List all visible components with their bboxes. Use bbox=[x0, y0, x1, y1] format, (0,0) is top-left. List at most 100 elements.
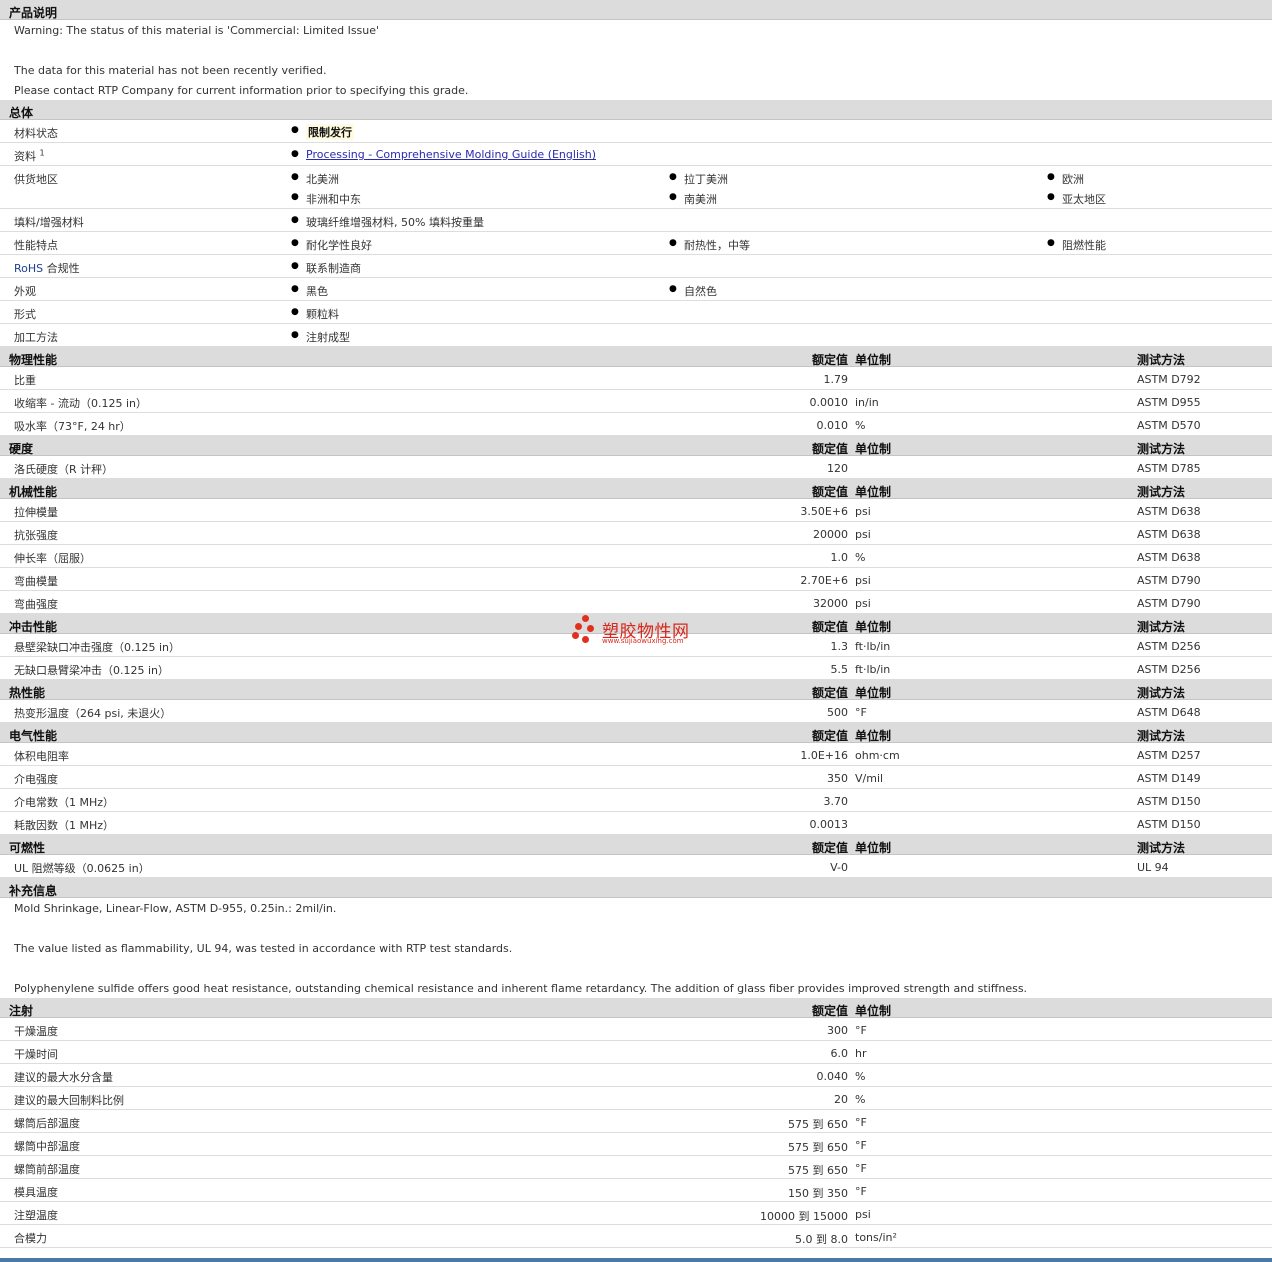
col-header-value: 额定值 bbox=[811, 1004, 848, 1018]
feature-item: 耐热性，中等 bbox=[669, 237, 750, 253]
property-unit: °F bbox=[855, 706, 867, 719]
property-row: 拉伸模量 3.50E+6 psi ASTM D638 bbox=[0, 499, 1272, 522]
property-test-method: ASTM D792 bbox=[1137, 373, 1201, 386]
section-header: 硬度 额定值 单位制 测试方法 bbox=[0, 436, 1272, 456]
injection-row: 注塑温度 10000 到 15000 psi bbox=[0, 1202, 1272, 1225]
col-header-method: 测试方法 bbox=[1137, 729, 1186, 743]
note-line: Polyphenylene sulfide offers good heat r… bbox=[0, 978, 1272, 998]
section-title: 机械性能 bbox=[9, 485, 58, 499]
injection-row: 合模力 5.0 到 8.0 tons/in² bbox=[0, 1225, 1272, 1248]
property-value: 1.3 bbox=[830, 640, 849, 653]
col-header-value: 额定值 bbox=[811, 841, 848, 855]
property-name: 无缺口悬臂梁冲击（0.125 in） bbox=[14, 664, 170, 677]
property-value: 0.0013 bbox=[809, 818, 849, 831]
status-badge: 限制发行 bbox=[291, 124, 354, 140]
section-title: 物理性能 bbox=[9, 353, 58, 367]
logo-dots-icon bbox=[572, 615, 600, 645]
note-text: Mold Shrinkage, Linear-Flow, ASTM D-955,… bbox=[14, 902, 337, 915]
injection-row: 螺筒中部温度 575 到 650 °F bbox=[0, 1133, 1272, 1156]
injection-param-unit: °F bbox=[855, 1185, 867, 1198]
property-name: 热变形温度（264 psi, 未退火） bbox=[14, 707, 172, 720]
property-name: 介电强度 bbox=[14, 773, 58, 786]
note-text: Please contact RTP Company for current i… bbox=[14, 84, 469, 97]
injection-param-value: 0.040 bbox=[816, 1070, 849, 1083]
property-sections: 物理性能 额定值 单位制 测试方法 比重 1.79 ASTM D792 收缩率 - 流动（0.… bbox=[0, 347, 1272, 878]
property-test-method: ASTM D785 bbox=[1137, 462, 1201, 475]
injection-param-name: 螺筒后部温度 bbox=[14, 1117, 80, 1130]
filler-value: 玻璃纤维增强材料, 50% 填料按重量 bbox=[291, 214, 484, 230]
section-header-general: 总体 bbox=[0, 100, 1272, 120]
property-value: 3.70 bbox=[823, 795, 849, 808]
property-row: 洛氏硬度（R 计秤） 120 ASTM D785 bbox=[0, 456, 1272, 479]
property-row: 抗张强度 20000 psi ASTM D638 bbox=[0, 522, 1272, 545]
injection-param-unit: °F bbox=[855, 1116, 867, 1129]
col-header-unit: 单位制 bbox=[855, 686, 892, 700]
injection-param-value: 150 到 350 bbox=[788, 1187, 848, 1200]
section-title: 产品说明 bbox=[9, 6, 58, 20]
region-item: 拉丁美洲 bbox=[669, 171, 728, 187]
property-name: 比重 bbox=[14, 374, 36, 387]
property-value: 0.0010 bbox=[809, 396, 849, 409]
injection-row: 螺筒前部温度 575 到 650 °F bbox=[0, 1156, 1272, 1179]
property-name: 吸水率（73°F, 24 hr） bbox=[14, 420, 131, 433]
section-header: 电气性能 额定值 单位制 测试方法 bbox=[0, 723, 1272, 743]
property-name: 悬壁梁缺口冲击强度（0.125 in） bbox=[14, 641, 181, 654]
property-row: UL 阻燃等级（0.0625 in） V-0 UL 94 bbox=[0, 855, 1272, 878]
injection-rows: 干燥温度 300 °F 干燥时间 6.0 hr 建议的最大水分含量 0.040% 建议的最大回制… bbox=[0, 1018, 1272, 1248]
property-value: 350 bbox=[827, 772, 848, 785]
injection-param-value: 575 到 650 bbox=[788, 1141, 848, 1154]
section-header: 物理性能 额定值 单位制 测试方法 bbox=[0, 347, 1272, 367]
row-label: 资料 1 bbox=[14, 148, 45, 163]
property-row: 弯曲模量 2.70E+6 psi ASTM D790 bbox=[0, 568, 1272, 591]
document-link[interactable]: Processing - Comprehensive Molding Guide… bbox=[291, 148, 596, 161]
region-item: 北美洲 bbox=[291, 171, 339, 187]
property-test-method: ASTM D256 bbox=[1137, 640, 1201, 653]
injection-row: 建议的最大水分含量 0.040% bbox=[0, 1064, 1272, 1087]
property-unit: ft·lb/in bbox=[855, 663, 891, 676]
appearance-item: 黑色 bbox=[291, 283, 328, 299]
property-unit: psi bbox=[855, 597, 871, 610]
note-text: The value listed as flammability, UL 94,… bbox=[14, 942, 513, 955]
property-name: 收缩率 - 流动（0.125 in） bbox=[14, 397, 147, 410]
col-header-value: 额定值 bbox=[811, 620, 848, 634]
col-header-value: 额定值 bbox=[811, 353, 848, 367]
section-title: 冲击性能 bbox=[9, 620, 58, 634]
injection-param-unit: psi bbox=[855, 1208, 871, 1221]
section-title: 电气性能 bbox=[9, 729, 58, 743]
injection-param-value: 20 bbox=[834, 1093, 848, 1106]
row-label: 材料状态 bbox=[14, 127, 58, 140]
property-test-method: ASTM D790 bbox=[1137, 574, 1201, 587]
injection-param-value: 10000 到 15000 bbox=[760, 1210, 848, 1223]
col-header-method: 测试方法 bbox=[1137, 442, 1186, 456]
col-header-value: 额定值 bbox=[811, 686, 848, 700]
section-title: 可燃性 bbox=[9, 841, 46, 855]
property-value: 1.79 bbox=[823, 373, 849, 386]
row-label: 外观 bbox=[14, 285, 36, 298]
injection-row: 干燥温度 300 °F bbox=[0, 1018, 1272, 1041]
property-name: 弯曲强度 bbox=[14, 598, 58, 611]
property-name: 伸长率（屈服） bbox=[14, 552, 91, 565]
property-value: 0.010 bbox=[816, 419, 849, 432]
note-text: The data for this material has not been … bbox=[14, 64, 327, 77]
property-unit: % bbox=[855, 419, 866, 432]
property-row: 无缺口悬臂梁冲击（0.125 in） 5.5 ft·lb/in ASTM D256 bbox=[0, 657, 1272, 680]
injection-param-unit: % bbox=[855, 1093, 866, 1106]
row-label: 加工方法 bbox=[14, 331, 58, 344]
property-value: 500 bbox=[827, 706, 848, 719]
col-header-unit: 单位制 bbox=[855, 485, 892, 499]
region-item: 南美洲 bbox=[669, 191, 717, 207]
property-test-method: ASTM D570 bbox=[1137, 419, 1201, 432]
property-name: UL 阻燃等级（0.0625 in） bbox=[14, 862, 150, 875]
property-test-method: ASTM D648 bbox=[1137, 706, 1201, 719]
section-title: 总体 bbox=[9, 106, 34, 120]
note-line: Warning: The status of this material is … bbox=[0, 20, 1272, 40]
section-header: 可燃性 额定值 单位制 测试方法 bbox=[0, 835, 1272, 855]
general-row-docs: 资料 1 Processing - Comprehensive Molding … bbox=[0, 143, 1272, 166]
property-row: 热变形温度（264 psi, 未退火） 500 °F ASTM D648 bbox=[0, 700, 1272, 723]
col-header-value: 额定值 bbox=[811, 729, 848, 743]
injection-row: 建议的最大回制料比例 20% bbox=[0, 1087, 1272, 1110]
note-line: The value listed as flammability, UL 94,… bbox=[0, 938, 1272, 958]
injection-param-value: 6.0 bbox=[830, 1047, 849, 1060]
row-label: RoHS 合规性 bbox=[14, 262, 80, 275]
property-test-method: ASTM D638 bbox=[1137, 528, 1201, 541]
